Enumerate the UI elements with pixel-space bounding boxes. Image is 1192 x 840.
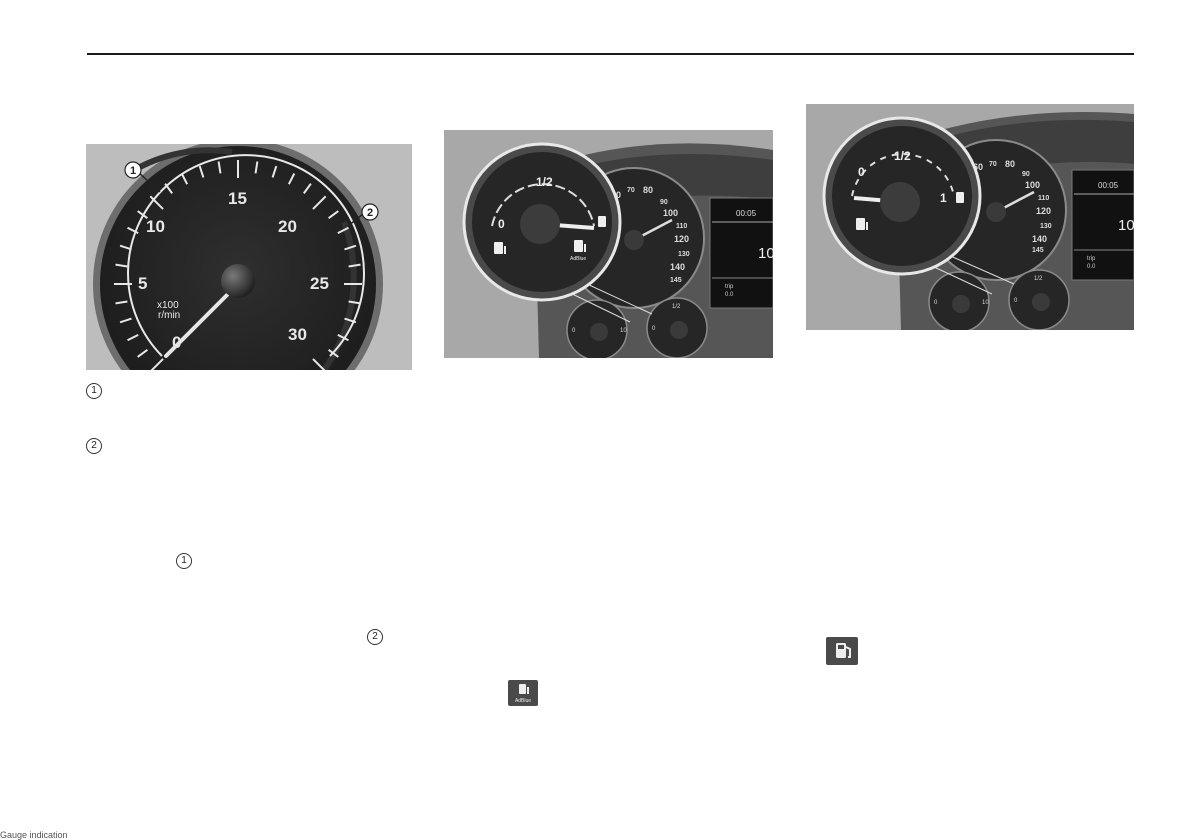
adblue-icon-label: AdBlue bbox=[515, 698, 531, 704]
big-value-display: 10 bbox=[1118, 217, 1134, 234]
small-gauge-label: 10 bbox=[982, 300, 989, 306]
zoom-label-half: 1/2 bbox=[536, 175, 553, 189]
big-value-display: 10 bbox=[758, 245, 773, 262]
trip-value: 0.0 bbox=[1087, 264, 1096, 270]
speed-label: 120 bbox=[674, 234, 689, 244]
speed-label: 140 bbox=[670, 262, 685, 272]
tick-label-10: 10 bbox=[146, 217, 165, 236]
tachometer-illustration: 0 5 10 15 20 25 30 x100 r/min 1 2 bbox=[86, 144, 412, 370]
body-ref-2: 2 bbox=[367, 629, 383, 645]
speed-label: 130 bbox=[678, 251, 690, 258]
tick-label-15: 15 bbox=[228, 189, 247, 208]
speed-label: 90 bbox=[1022, 171, 1030, 178]
footer-text: Gauge indication bbox=[0, 830, 68, 840]
speed-label: 130 bbox=[1040, 223, 1052, 230]
speed-label: 110 bbox=[676, 223, 687, 230]
body-ref-1: 1 bbox=[176, 553, 192, 569]
speed-label: 90 bbox=[660, 199, 668, 206]
fuel-cluster-figure: 60 70 80 90 100 110 120 130 140 145 00:0… bbox=[806, 104, 1134, 330]
speed-label: 70 bbox=[989, 161, 997, 168]
zoom-label-0: 0 bbox=[498, 217, 505, 231]
trip-value: 0.0 bbox=[725, 292, 734, 298]
fuel-pump-icon bbox=[598, 216, 606, 227]
speed-label: 100 bbox=[1025, 180, 1040, 190]
speed-label: 80 bbox=[1005, 159, 1015, 169]
fuel-cluster-illustration: 60 70 80 90 100 110 120 130 140 145 00:0… bbox=[806, 104, 1134, 330]
tick-label-5: 5 bbox=[138, 274, 147, 293]
speed-label: 145 bbox=[670, 277, 682, 284]
header-rule bbox=[87, 53, 1134, 55]
callout-1: 1 bbox=[130, 165, 136, 177]
needle-hub bbox=[221, 264, 255, 298]
speed-label: 120 bbox=[1036, 206, 1051, 216]
adblue-cluster-figure: 60 70 80 90 100 110 120 130 140 145 00:0… bbox=[444, 130, 773, 358]
speed-label: 80 bbox=[643, 185, 653, 195]
legend-marker-1: 1 bbox=[86, 383, 102, 399]
tachometer-figure: 0 5 10 15 20 25 30 x100 r/min 1 2 bbox=[86, 144, 412, 370]
tick-label-25: 25 bbox=[310, 274, 329, 293]
adblue-label: AdBlue bbox=[570, 256, 586, 262]
speed-label: 100 bbox=[663, 208, 678, 218]
zoom-label-1: 1 bbox=[940, 191, 947, 205]
fuel-warning-icon bbox=[826, 637, 858, 665]
speed-label: 70 bbox=[627, 187, 635, 194]
clock-display: 00:05 bbox=[1098, 181, 1119, 190]
tick-label-20: 20 bbox=[278, 217, 297, 236]
speed-label: 140 bbox=[1032, 234, 1047, 244]
speed-label: 110 bbox=[1038, 195, 1049, 202]
clock-display: 00:05 bbox=[736, 209, 757, 218]
adblue-warning-icon: AdBlue bbox=[508, 680, 538, 706]
zoom-label-half: 1/2 bbox=[894, 149, 911, 163]
zoom-label-0: 0 bbox=[858, 165, 865, 179]
speed-label: 145 bbox=[1032, 247, 1044, 254]
small-gauge-label: 1/2 bbox=[1034, 276, 1043, 282]
small-gauge-label: 1/2 bbox=[672, 304, 681, 310]
fuel-pump-icon bbox=[956, 192, 964, 203]
tick-label-30: 30 bbox=[288, 325, 307, 344]
callout-2: 2 bbox=[367, 207, 373, 219]
trip-label: trip bbox=[725, 284, 734, 290]
legend-marker-2: 2 bbox=[86, 438, 102, 454]
trip-label: trip bbox=[1087, 256, 1096, 262]
small-gauge-label: 10 bbox=[620, 328, 627, 334]
unit-label-line2: r/min bbox=[158, 310, 180, 321]
adblue-cluster-illustration: 60 70 80 90 100 110 120 130 140 145 00:0… bbox=[444, 130, 773, 358]
